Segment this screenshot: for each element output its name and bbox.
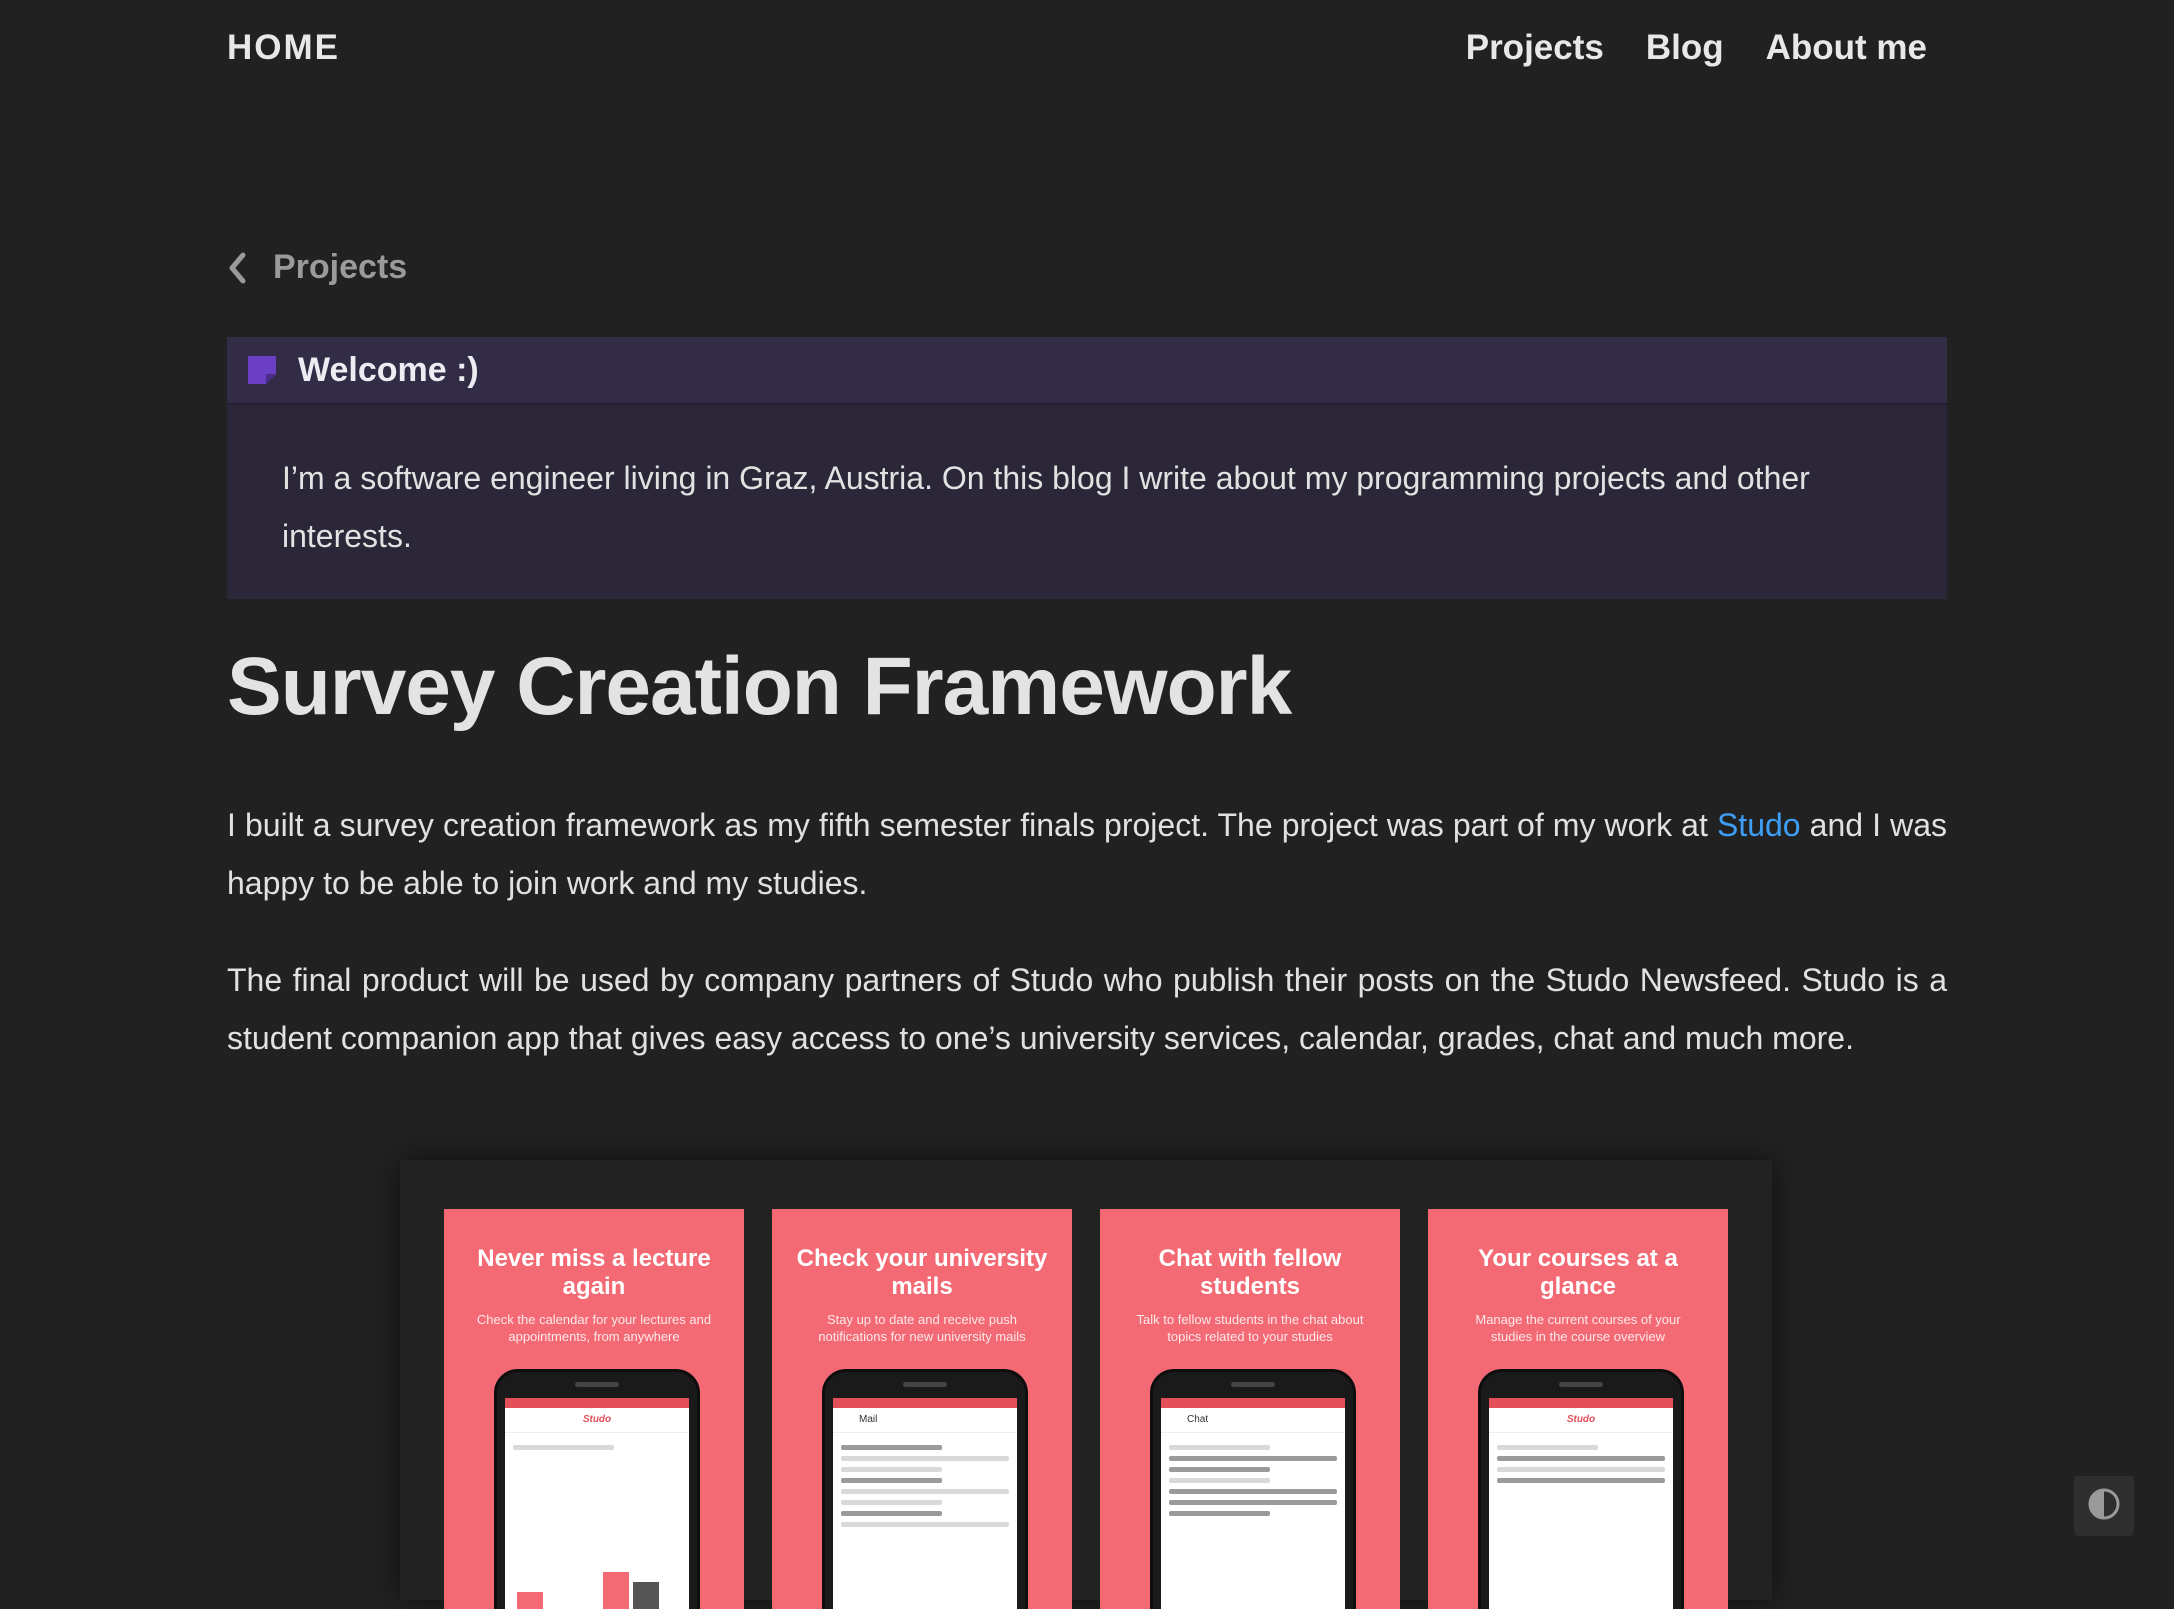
paragraph-intro-text-1: I built a survey creation framework as m… bbox=[227, 807, 1717, 843]
phone-mockup: Chat bbox=[1150, 1369, 1356, 1609]
paragraph-intro: I built a survey creation framework as m… bbox=[227, 796, 1947, 912]
chevron-left-icon bbox=[227, 251, 247, 285]
screenshot-subtitle: Manage the current courses of your studi… bbox=[1475, 1312, 1681, 1344]
screenshot-subtitle: Talk to fellow students in the chat abou… bbox=[1136, 1312, 1364, 1344]
site-header: HOME Projects Blog About me bbox=[227, 0, 1947, 100]
welcome-callout-header: Welcome :) bbox=[227, 337, 1947, 405]
screenshot-courses: Your courses at a glance Manage the curr… bbox=[1428, 1209, 1728, 1609]
back-to-projects-link[interactable]: Projects bbox=[227, 248, 407, 287]
screenshot-subtitle: Check the calendar for your lectures and… bbox=[476, 1312, 712, 1344]
contrast-icon bbox=[2087, 1487, 2121, 1526]
studo-screenshots-image: Never miss a lecture again Check the cal… bbox=[400, 1160, 1772, 1609]
welcome-callout: Welcome :) I’m a software engineer livin… bbox=[227, 337, 1947, 599]
paragraph-studo: The final product will be used by compan… bbox=[227, 962, 1947, 1056]
nav-projects[interactable]: Projects bbox=[1466, 28, 1604, 68]
screenshot-heading: Never miss a lecture again bbox=[477, 1245, 711, 1300]
screenshot-heading: Check your university mails bbox=[796, 1245, 1048, 1300]
welcome-title: Welcome :) bbox=[298, 350, 479, 389]
phone-mockup: Studo bbox=[1478, 1369, 1684, 1609]
nav-blog[interactable]: Blog bbox=[1646, 28, 1724, 68]
note-icon bbox=[248, 356, 276, 384]
welcome-text: I’m a software engineer living in Graz, … bbox=[282, 460, 1810, 554]
home-link[interactable]: HOME bbox=[227, 28, 340, 68]
screenshot-heading: Your courses at a glance bbox=[1478, 1245, 1678, 1300]
phone-mockup: Studo bbox=[494, 1369, 700, 1609]
nav-about-me[interactable]: About me bbox=[1766, 28, 1927, 68]
screen-title: Studo bbox=[1566, 1414, 1596, 1425]
screenshot-chat: Chat with fellow students Talk to fellow… bbox=[1100, 1209, 1400, 1609]
studo-link[interactable]: Studo bbox=[1717, 807, 1801, 843]
theme-toggle-button[interactable] bbox=[2074, 1476, 2134, 1536]
main-nav: Projects Blog About me bbox=[1466, 28, 1927, 68]
screenshot-calendar: Never miss a lecture again Check the cal… bbox=[444, 1209, 744, 1609]
back-link-label: Projects bbox=[273, 248, 408, 286]
screen-title: Chat bbox=[1161, 1408, 1345, 1433]
page-title: Survey Creation Framework bbox=[227, 641, 1292, 732]
screenshot-heading: Chat with fellow students bbox=[1158, 1245, 1342, 1300]
screen-title: Mail bbox=[833, 1408, 1017, 1433]
phone-mockup: Mail bbox=[822, 1369, 1028, 1609]
screen-title: Studo bbox=[582, 1414, 612, 1425]
screenshot-subtitle: Stay up to date and receive push notific… bbox=[818, 1312, 1026, 1344]
screenshot-mail: Check your university mails Stay up to d… bbox=[772, 1209, 1072, 1609]
